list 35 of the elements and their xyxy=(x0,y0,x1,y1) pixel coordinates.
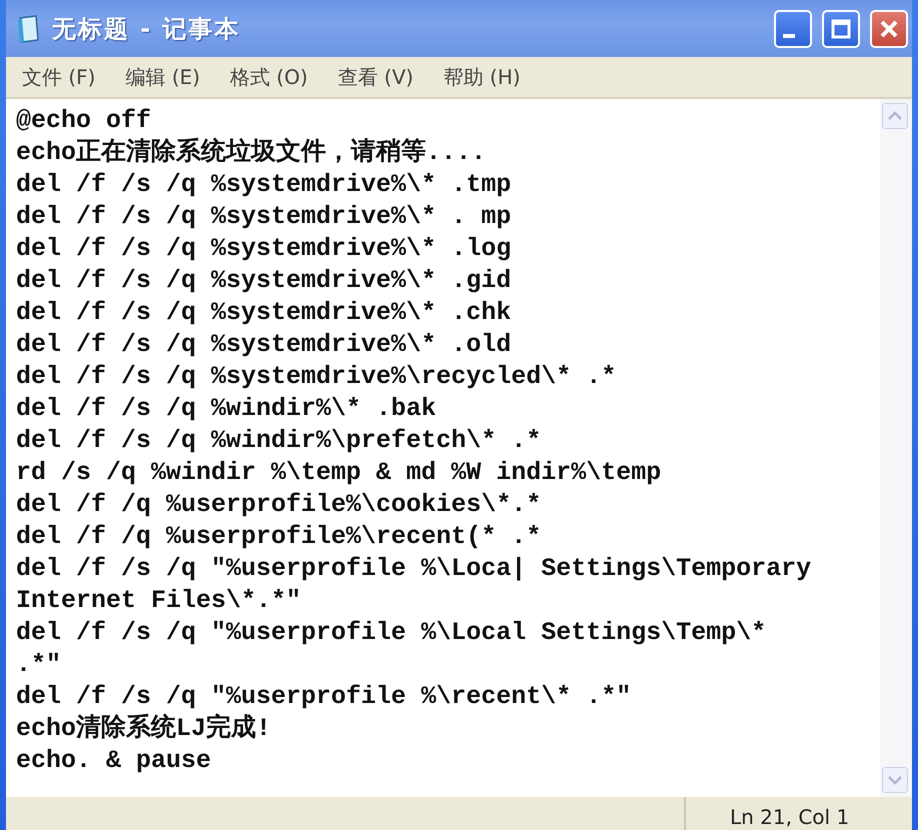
code-line: del /f /s /q %systemdrive%\* .chk xyxy=(16,297,512,329)
code-line: del /f /s /q %systemdrive%\* .tmp xyxy=(16,169,512,201)
close-button[interactable] xyxy=(870,10,908,48)
window-title: 无标题 - 记事本 xyxy=(52,14,242,44)
maximize-icon xyxy=(830,18,852,40)
code-line: del /f /q %userprofile%\recent(* .* xyxy=(16,521,542,553)
code-line: .*" xyxy=(16,649,62,681)
code-line: del /f /s /q %systemdrive%\* .log xyxy=(16,233,512,265)
code-line: del /f /s /q %systemdrive%\recycled\* .* xyxy=(16,361,618,393)
code-line: del /f /s /q "%userprofile %\Loca| Settings\Temporary xyxy=(16,553,812,585)
notepad-icon xyxy=(16,14,42,44)
code-line: del /f /s /q %systemdrive%\* .old xyxy=(16,329,512,361)
maximize-button[interactable] xyxy=(822,10,860,48)
code-line: rd /s /q %windir %\temp & md %W indir%\temp xyxy=(16,457,662,489)
code-line: Internet Files\*.*" xyxy=(16,585,302,617)
minimize-icon xyxy=(783,34,795,38)
menu-item[interactable]: 格式 (O) xyxy=(230,64,308,90)
code-line: @echo off xyxy=(16,105,152,137)
menu-item[interactable]: 查看 (V) xyxy=(338,64,414,90)
code-line: del /f /s /q %systemdrive%\* . mp xyxy=(16,201,512,233)
cursor-position: Ln 21, Col 1 xyxy=(684,797,912,830)
close-icon xyxy=(878,18,900,40)
code-line: del /f /s /q "%userprofile %\Local Settings\Temp\* xyxy=(16,617,768,649)
code-line: echo. & pause xyxy=(16,745,212,777)
code-line: echo清除系统LJ完成! xyxy=(16,713,272,745)
code-line: del /f /s /q %systemdrive%\* .gid xyxy=(16,265,512,297)
minimize-button[interactable] xyxy=(774,10,812,48)
menu-item[interactable]: 文件 (F) xyxy=(22,64,96,90)
menu-item[interactable]: 编辑 (E) xyxy=(125,64,200,90)
code-line: del /f /s /q "%userprofile %\recent\* .*" xyxy=(16,681,632,713)
code-line: del /f /s /q %windir%\* .bak xyxy=(16,393,438,425)
code-line: echo正在清除系统垃圾文件，请稍等.... xyxy=(16,137,488,169)
code-line: del /f /q %userprofile%\cookies\*.* xyxy=(16,489,542,521)
code-line: del /f /s /q %windir%\prefetch\* .* xyxy=(16,425,542,457)
menu-item[interactable]: 帮助 (H) xyxy=(443,64,520,90)
